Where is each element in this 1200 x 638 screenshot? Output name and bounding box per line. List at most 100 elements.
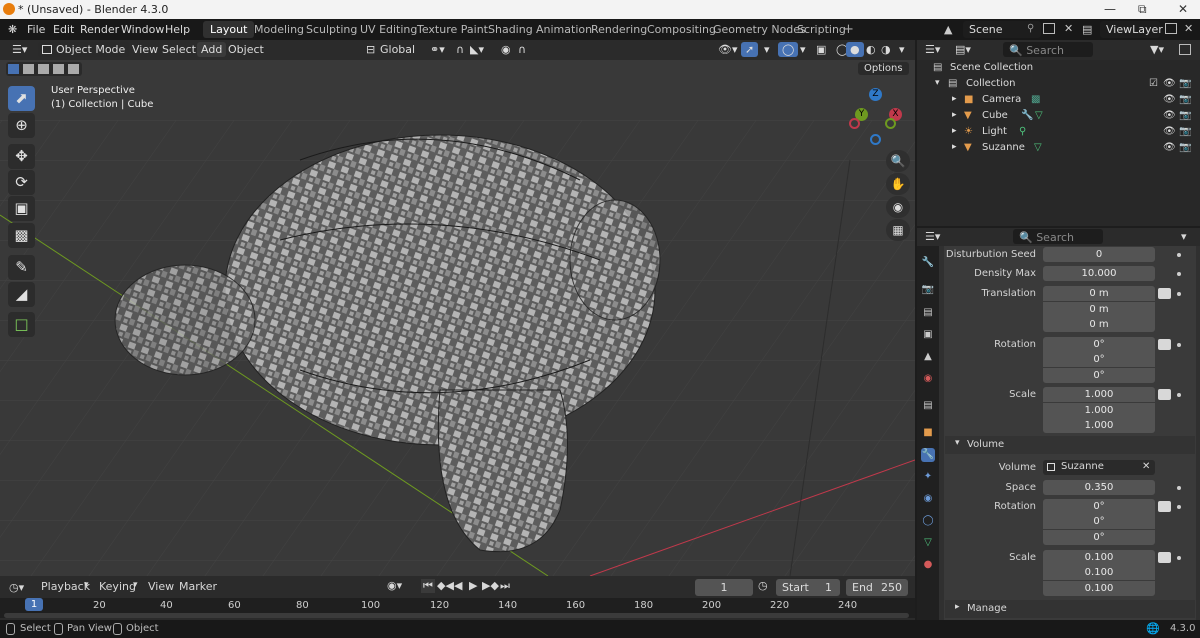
3d-viewport[interactable]: User Perspective (1) Collection | Cube Z… xyxy=(0,40,915,576)
transform-tool-icon[interactable]: ▩ xyxy=(8,223,35,248)
viewport-scene[interactable] xyxy=(0,40,915,576)
suzanne-render-icon[interactable]: 📷 xyxy=(1179,142,1191,153)
menu-timeline-view[interactable]: View xyxy=(148,580,174,593)
view-layer-field[interactable]: ViewLayer xyxy=(1100,21,1163,38)
suzanne-data-icon[interactable]: ▽ xyxy=(1034,142,1042,153)
select-invert-icon[interactable] xyxy=(53,64,64,74)
seed-keyframe-dot[interactable] xyxy=(1177,253,1181,257)
blender-menu-icon[interactable]: ❋ xyxy=(8,23,17,36)
select-new-icon[interactable] xyxy=(8,64,19,74)
end-frame-field[interactable]: End 250 xyxy=(846,579,908,596)
annotate-tool-icon[interactable]: ✎ xyxy=(8,255,35,280)
play-reverse-icon[interactable]: ◀ xyxy=(454,579,462,592)
pan-hand-icon[interactable]: ✋ xyxy=(886,173,910,195)
menu-keying[interactable]: Keying xyxy=(99,580,136,593)
camera-view-icon[interactable]: ◉ xyxy=(886,196,910,218)
volume-object-field[interactable]: Suzanne ✕ xyxy=(1043,460,1155,475)
volume-scale-x-field[interactable]: 0.100 xyxy=(1043,550,1155,565)
select-mode-icons[interactable] xyxy=(6,62,82,76)
properties-options-icon[interactable]: ▾ xyxy=(1181,230,1187,243)
jump-start-icon[interactable]: ⏮ xyxy=(421,579,435,593)
xray-icon[interactable]: ▣ xyxy=(812,42,830,57)
current-frame-field[interactable]: 1 xyxy=(695,579,753,596)
space-field[interactable]: 0.350 xyxy=(1043,480,1155,495)
transform-orientation-dropdown[interactable]: Global xyxy=(376,42,419,57)
select-extend-icon[interactable] xyxy=(23,64,34,74)
properties-editor-icon[interactable]: ☰▾ xyxy=(925,230,940,243)
visibility-icon[interactable]: 👁▾ xyxy=(714,42,742,57)
volume-scale-keyframe-dot[interactable] xyxy=(1177,556,1181,560)
display-mode-icon[interactable]: ▤▾ xyxy=(955,43,971,56)
editor-type-icon[interactable]: ☰▾ xyxy=(8,42,31,57)
scale-x-field[interactable]: 1.000 xyxy=(1043,387,1155,402)
volume-scale-lock-icon[interactable] xyxy=(1158,552,1171,563)
filter-icon[interactable]: ▼▾ xyxy=(1150,43,1164,56)
select-intersect-icon[interactable] xyxy=(68,64,79,74)
rotation-keyframe-dot[interactable] xyxy=(1177,343,1181,347)
shading-rendered-icon[interactable]: ◑ xyxy=(877,42,895,57)
preview-range-icon[interactable]: ◷ xyxy=(758,579,768,592)
timeline-editor[interactable]: ◷▾ Playback ▾ Keying ▾ View Marker ◉▾ ⏮ … xyxy=(0,576,915,620)
select-subtract-icon[interactable] xyxy=(38,64,49,74)
menu-object[interactable]: Object xyxy=(224,42,268,57)
translation-lock-icon[interactable] xyxy=(1158,288,1171,299)
menu-select[interactable]: Select xyxy=(158,42,200,57)
shading-dropdown-icon[interactable]: ▾ xyxy=(895,42,909,57)
constraints-tab-icon[interactable]: ◯ xyxy=(921,514,935,528)
modifier-tab-icon[interactable]: 🔧 xyxy=(921,448,935,462)
disturbution-seed-field[interactable]: 0 xyxy=(1043,247,1155,262)
camera-data-icon[interactable]: ▩ xyxy=(1031,94,1040,105)
volume-rotation-x-field[interactable]: 0° xyxy=(1043,499,1155,514)
play-icon[interactable]: ▶ xyxy=(469,579,477,592)
world-tab-icon[interactable]: ◉ xyxy=(921,372,935,386)
prev-keyframe-icon[interactable]: ◆◀ xyxy=(437,579,454,592)
auto-key-icon[interactable]: ◉▾ xyxy=(387,579,402,592)
menu-file[interactable]: File xyxy=(27,23,45,36)
select-tool-icon[interactable]: ⬈ xyxy=(8,86,35,111)
properties-search[interactable]: 🔍 Search xyxy=(1013,229,1103,244)
new-view-layer-icon[interactable] xyxy=(1165,23,1177,34)
menu-playback[interactable]: Playback xyxy=(41,580,90,593)
outliner-search[interactable]: 🔍 Search xyxy=(1003,42,1093,57)
cube-visibility-icon[interactable]: 👁 xyxy=(1163,110,1176,121)
translation-z-field[interactable]: 0 m xyxy=(1043,317,1155,332)
timeline-scrollbar[interactable] xyxy=(4,613,909,618)
object-tab-icon[interactable]: ■ xyxy=(921,426,935,440)
scale-lock-icon[interactable] xyxy=(1158,389,1171,400)
manage-panel-header[interactable]: ▸ Manage xyxy=(945,600,1195,618)
overlay-dropdown-icon[interactable]: ▾ xyxy=(796,42,810,57)
outliner-row-suzanne[interactable]: ▸ ▼ Suzanne ▽ 👁 📷 xyxy=(917,140,1200,156)
light-data-icon[interactable]: ⚲ xyxy=(1019,126,1026,137)
rotation-z-field[interactable]: 0° xyxy=(1043,368,1155,383)
translation-y-field[interactable]: 0 m xyxy=(1043,302,1155,317)
collection-checkbox-icon[interactable]: ☑ xyxy=(1149,78,1158,89)
outliner-row-camera[interactable]: ▸ ■ Camera ▩ 👁 📷 xyxy=(917,92,1200,108)
menu-render[interactable]: Render xyxy=(80,23,119,36)
menu-view[interactable]: View xyxy=(128,42,162,57)
gizmo-z[interactable]: Z xyxy=(869,88,882,101)
outliner-row-collection[interactable]: ▾ ▤ Collection ☑ 👁 📷 xyxy=(917,76,1200,92)
menu-edit[interactable]: Edit xyxy=(53,23,74,36)
outliner-row-cube[interactable]: ▸ ▼ Cube 🔧 ▽ 👁 📷 xyxy=(917,108,1200,124)
space-keyframe-dot[interactable] xyxy=(1177,486,1181,490)
ortho-grid-icon[interactable]: ▦ xyxy=(886,219,910,241)
snap-target-icon[interactable]: ◣▾ xyxy=(466,42,488,57)
light-expand-icon[interactable]: ▸ xyxy=(952,126,957,136)
density-keyframe-dot[interactable] xyxy=(1177,272,1181,276)
suzanne-expand-icon[interactable]: ▸ xyxy=(952,142,957,152)
pin-scene-icon[interactable]: ⚲ xyxy=(1027,23,1034,34)
measure-tool-icon[interactable]: ◢ xyxy=(8,282,35,307)
scale-z-field[interactable]: 1.000 xyxy=(1043,418,1155,433)
gizmo-neg-x[interactable] xyxy=(849,118,860,129)
add-cube-tool-icon[interactable]: □ xyxy=(8,312,35,337)
outliner-editor[interactable]: ☰▾ ▤▾ 🔍 Search ▼▾ ▤ Scene Collection ▾ ▤… xyxy=(917,40,1200,226)
camera-expand-icon[interactable]: ▸ xyxy=(952,94,957,104)
camera-render-icon[interactable]: 📷 xyxy=(1179,94,1191,105)
close-icon[interactable]: ✕ xyxy=(1178,2,1188,16)
cube-expand-icon[interactable]: ▸ xyxy=(952,110,957,120)
next-keyframe-icon[interactable]: ▶◆ xyxy=(482,579,499,592)
rotation-y-field[interactable]: 0° xyxy=(1043,352,1155,367)
menu-help[interactable]: Help xyxy=(165,23,190,36)
light-visibility-icon[interactable]: 👁 xyxy=(1163,126,1176,137)
maximize-icon[interactable]: ⧉ xyxy=(1138,2,1147,17)
